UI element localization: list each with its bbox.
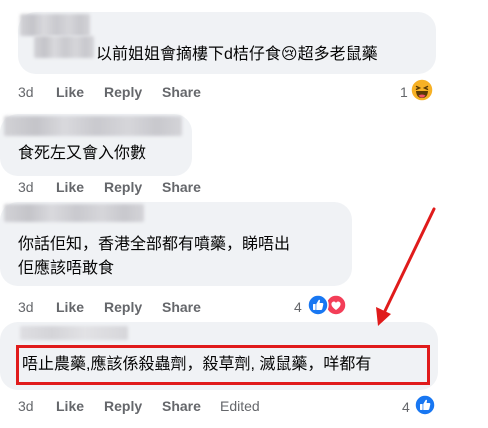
comment-time[interactable]: 3d xyxy=(18,177,34,197)
annotation-arrow xyxy=(370,205,440,330)
comment-text-1: 以前姐姐會摘樓下d桔仔食😢超多老鼠藥 xyxy=(96,43,378,67)
like-button[interactable]: Like xyxy=(56,297,84,317)
share-button[interactable]: Share xyxy=(162,396,201,416)
comment-time[interactable]: 3d xyxy=(18,396,34,416)
comment-text-1-line: 以前姐姐會摘樓下d桔仔食😢超多老鼠藥 xyxy=(96,46,378,63)
comment-text-4: 唔止農藥,應該係殺蟲劑，殺草劑, 滅鼠藥，咩都有 xyxy=(22,353,371,377)
reaction-summary-3[interactable]: 4 xyxy=(292,293,352,319)
comment-text-4-line: 唔止農藥,應該係殺蟲劑，殺草劑, 滅鼠藥，咩都有 xyxy=(22,356,372,373)
redacted-author-name xyxy=(20,326,128,340)
share-button[interactable]: Share xyxy=(162,82,201,102)
like-reaction-icon xyxy=(307,294,329,316)
comment-time[interactable]: 3d xyxy=(18,82,34,102)
like-button[interactable]: Like xyxy=(56,396,84,416)
reply-button[interactable]: Reply xyxy=(104,177,142,197)
comment-text-3-line-2: 佢應該唔敢食 xyxy=(18,260,115,277)
reaction-count: 4 xyxy=(294,299,302,315)
edited-label[interactable]: Edited xyxy=(220,396,260,416)
haha-reaction-icon xyxy=(410,78,434,102)
reaction-summary-4[interactable]: 4 xyxy=(400,393,440,419)
comment-time[interactable]: 3d xyxy=(18,297,34,317)
comment-actions-4: 3d Like Reply Share Edited xyxy=(18,396,318,416)
reply-button[interactable]: Reply xyxy=(104,396,142,416)
share-button[interactable]: Share xyxy=(162,177,201,197)
comment-actions-3: 3d Like Reply Share xyxy=(18,297,318,317)
redacted-author-name xyxy=(4,204,144,222)
comment-actions-2: 3d Like Reply Share xyxy=(18,177,318,197)
reaction-count: 4 xyxy=(402,399,410,415)
like-button[interactable]: Like xyxy=(56,177,84,197)
like-reaction-icon xyxy=(414,394,436,416)
comment-actions-1: 3d Like Reply Share xyxy=(18,82,318,102)
reply-button[interactable]: Reply xyxy=(104,297,142,317)
reply-button[interactable]: Reply xyxy=(104,82,142,102)
comment-text-2-line: 食死左又會入你數 xyxy=(18,145,147,162)
comment-text-3: 你話佢知，香港全部都有噴藥，睇唔出 佢應該唔敢食 xyxy=(18,233,290,281)
comment-text-2: 食死左又會入你數 xyxy=(18,142,146,166)
share-button[interactable]: Share xyxy=(162,297,201,317)
redacted-author-name-tail xyxy=(34,36,94,58)
comment-text-3-line-1: 你話佢知，香港全部都有噴藥，睇唔出 xyxy=(18,236,291,253)
reaction-count: 1 xyxy=(400,84,408,100)
redacted-author-name xyxy=(4,116,182,136)
like-button[interactable]: Like xyxy=(56,82,84,102)
reaction-summary-1[interactable]: 1 xyxy=(398,78,438,106)
redacted-author-name xyxy=(20,14,90,36)
